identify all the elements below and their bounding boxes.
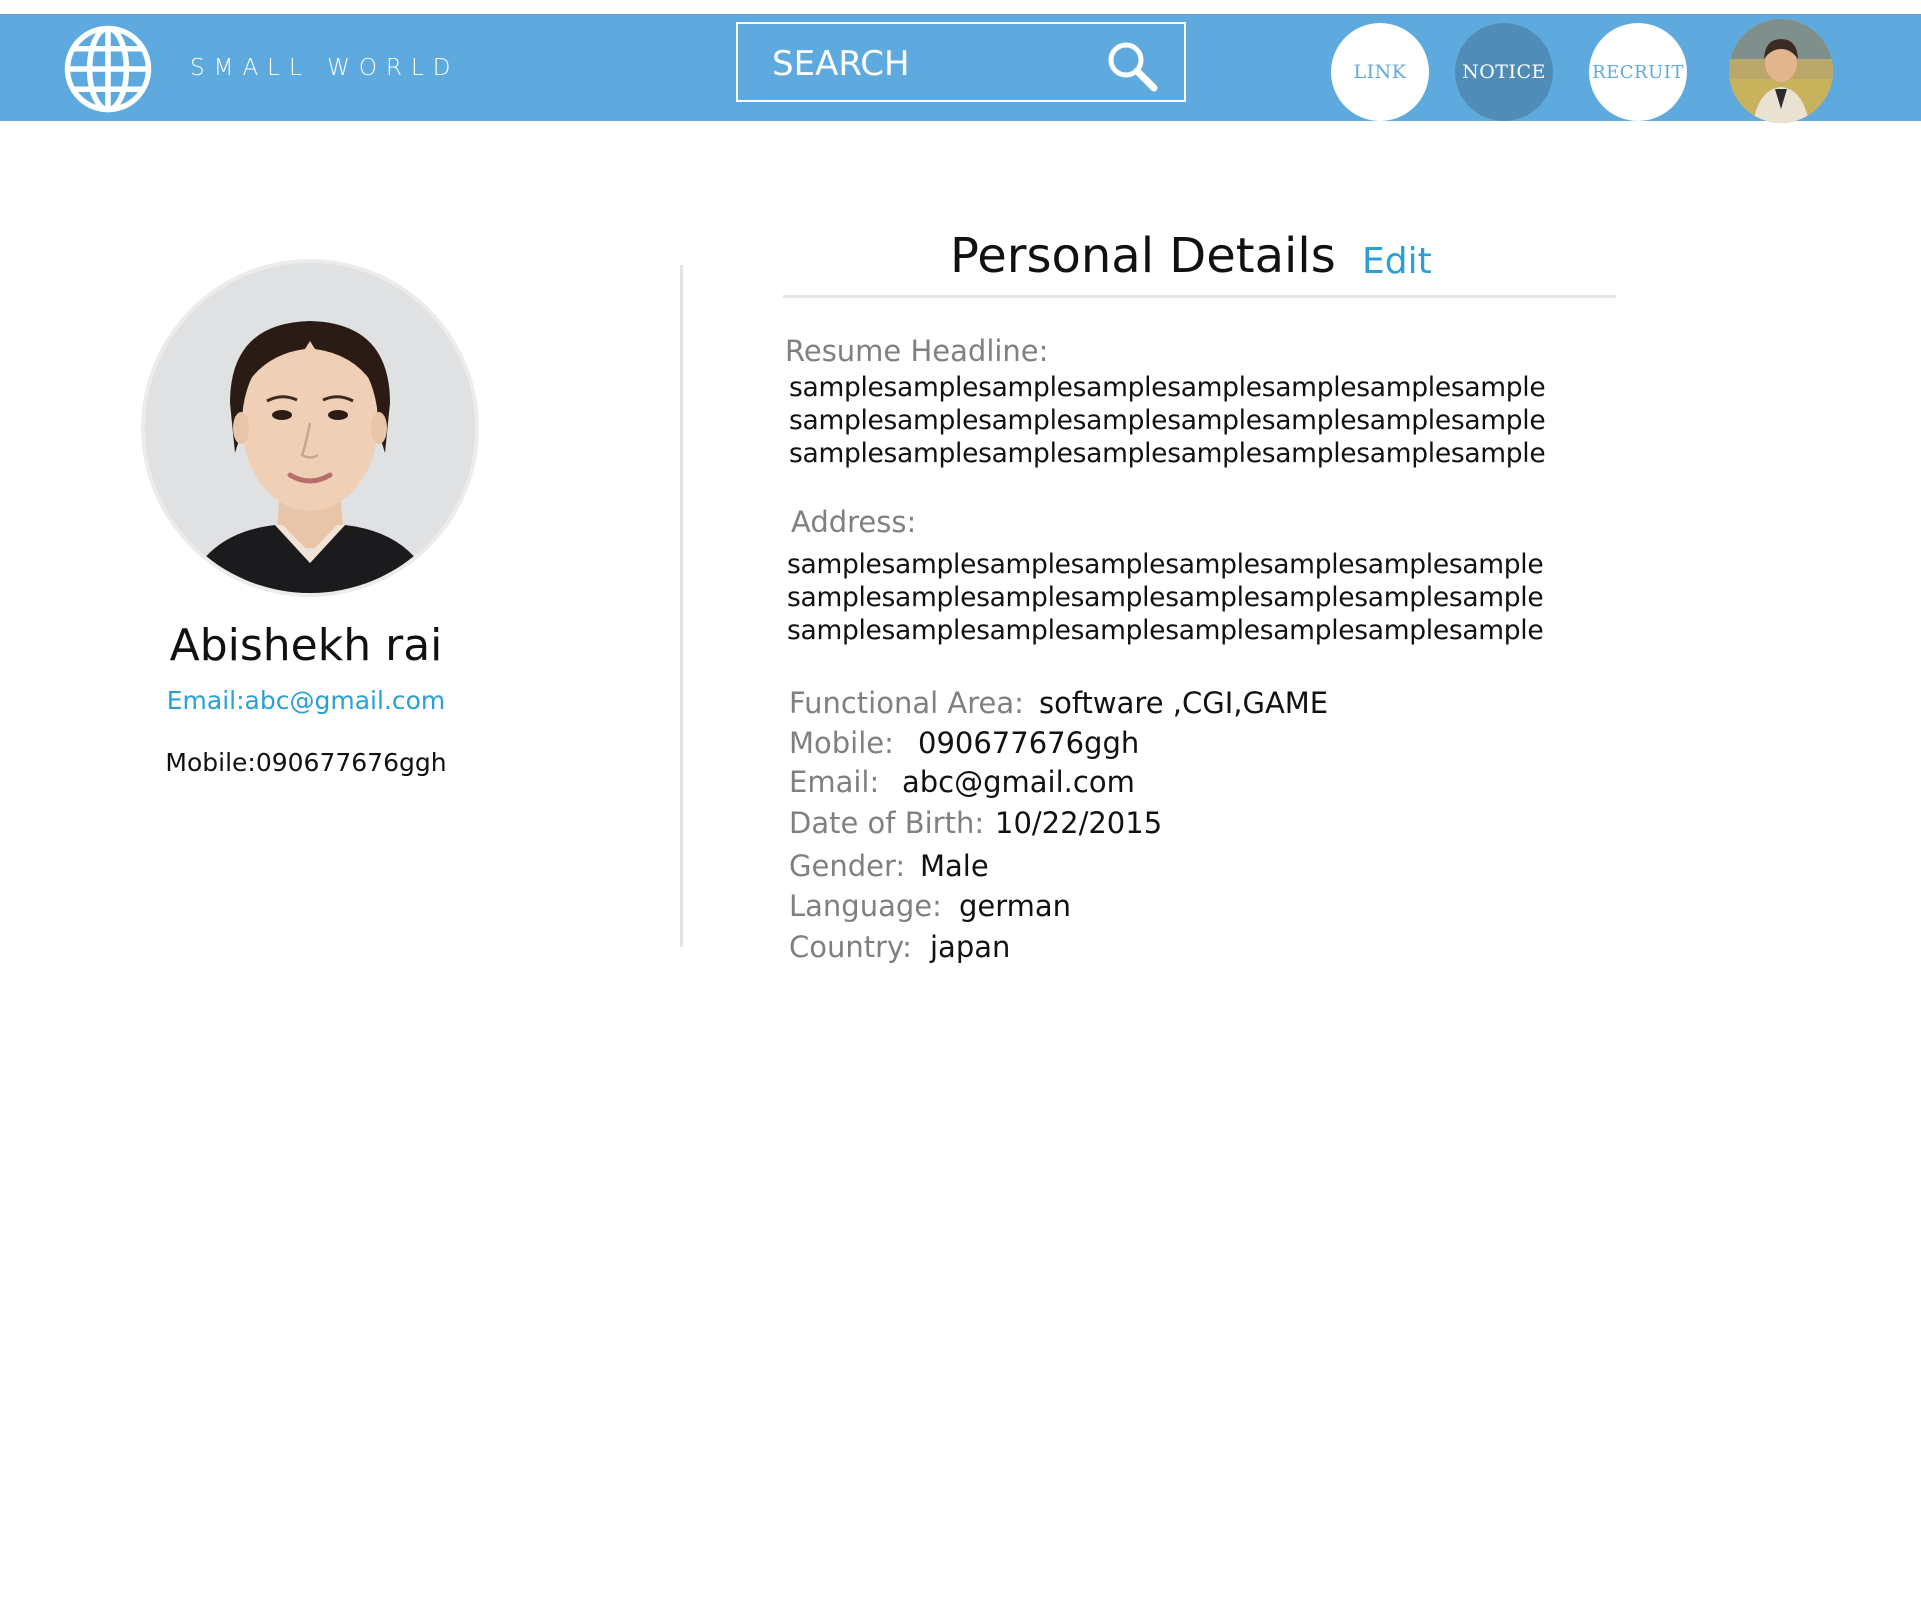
search-icon[interactable] xyxy=(1104,38,1160,94)
profile-email-link[interactable]: Email:abc@gmail.com xyxy=(106,686,506,715)
country-value: japan xyxy=(930,930,1011,964)
date-of-birth-value: 10/22/2015 xyxy=(995,806,1163,840)
user-avatar[interactable] xyxy=(1729,19,1833,123)
mobile-value: 090677676ggh xyxy=(918,726,1140,760)
nav-link-button[interactable]: LINK xyxy=(1331,23,1429,121)
language-value: german xyxy=(959,889,1072,923)
profile-photo xyxy=(141,259,479,597)
resume-headline-line: samplesamplesamplesamplesamplesamplesamp… xyxy=(789,405,1546,436)
functional-area-value: software ,CGI,GAME xyxy=(1039,686,1329,720)
country-label: Country: xyxy=(789,930,912,964)
address-line: samplesamplesamplesamplesamplesamplesamp… xyxy=(787,615,1544,646)
language-label: Language: xyxy=(789,889,942,923)
column-divider xyxy=(680,265,683,947)
functional-area-label: Functional Area: xyxy=(789,686,1024,720)
date-of-birth-label: Date of Birth: xyxy=(789,806,985,840)
edit-button[interactable]: Edit xyxy=(1362,241,1432,282)
address-label: Address: xyxy=(791,505,917,539)
profile-name: Abishekh rai xyxy=(169,620,443,671)
email-value: abc@gmail.com xyxy=(902,765,1135,799)
profile-mobile: Mobile:090677676ggh xyxy=(165,748,447,777)
resume-headline-line: samplesamplesamplesamplesamplesamplesamp… xyxy=(789,372,1546,403)
resume-headline-line: samplesamplesamplesamplesamplesamplesamp… xyxy=(789,438,1546,469)
globe-icon[interactable] xyxy=(62,23,154,115)
address-line: samplesamplesamplesamplesamplesamplesamp… xyxy=(787,582,1544,613)
search-input[interactable] xyxy=(772,42,1102,86)
email-label: Email: xyxy=(789,765,880,799)
profile-photo-image xyxy=(145,263,475,593)
resume-headline-label: Resume Headline: xyxy=(785,334,1049,368)
user-avatar-image xyxy=(1729,19,1833,123)
nav-recruit-button[interactable]: RECRUIT xyxy=(1589,23,1687,121)
gender-value: Male xyxy=(920,849,989,883)
mobile-label: Mobile: xyxy=(789,726,894,760)
nav-notice-button[interactable]: NOTICE xyxy=(1455,23,1553,121)
gender-label: Gender: xyxy=(789,849,906,883)
section-title: Personal Details xyxy=(950,228,1336,284)
brand-name[interactable]: SMALL WORLD xyxy=(190,55,459,81)
search-box[interactable] xyxy=(736,22,1186,102)
title-divider xyxy=(783,295,1616,298)
address-line: samplesamplesamplesamplesamplesamplesamp… xyxy=(787,549,1544,580)
top-navigation-bar: SMALL WORLD LINK NOTICE RECRUIT xyxy=(0,14,1921,123)
